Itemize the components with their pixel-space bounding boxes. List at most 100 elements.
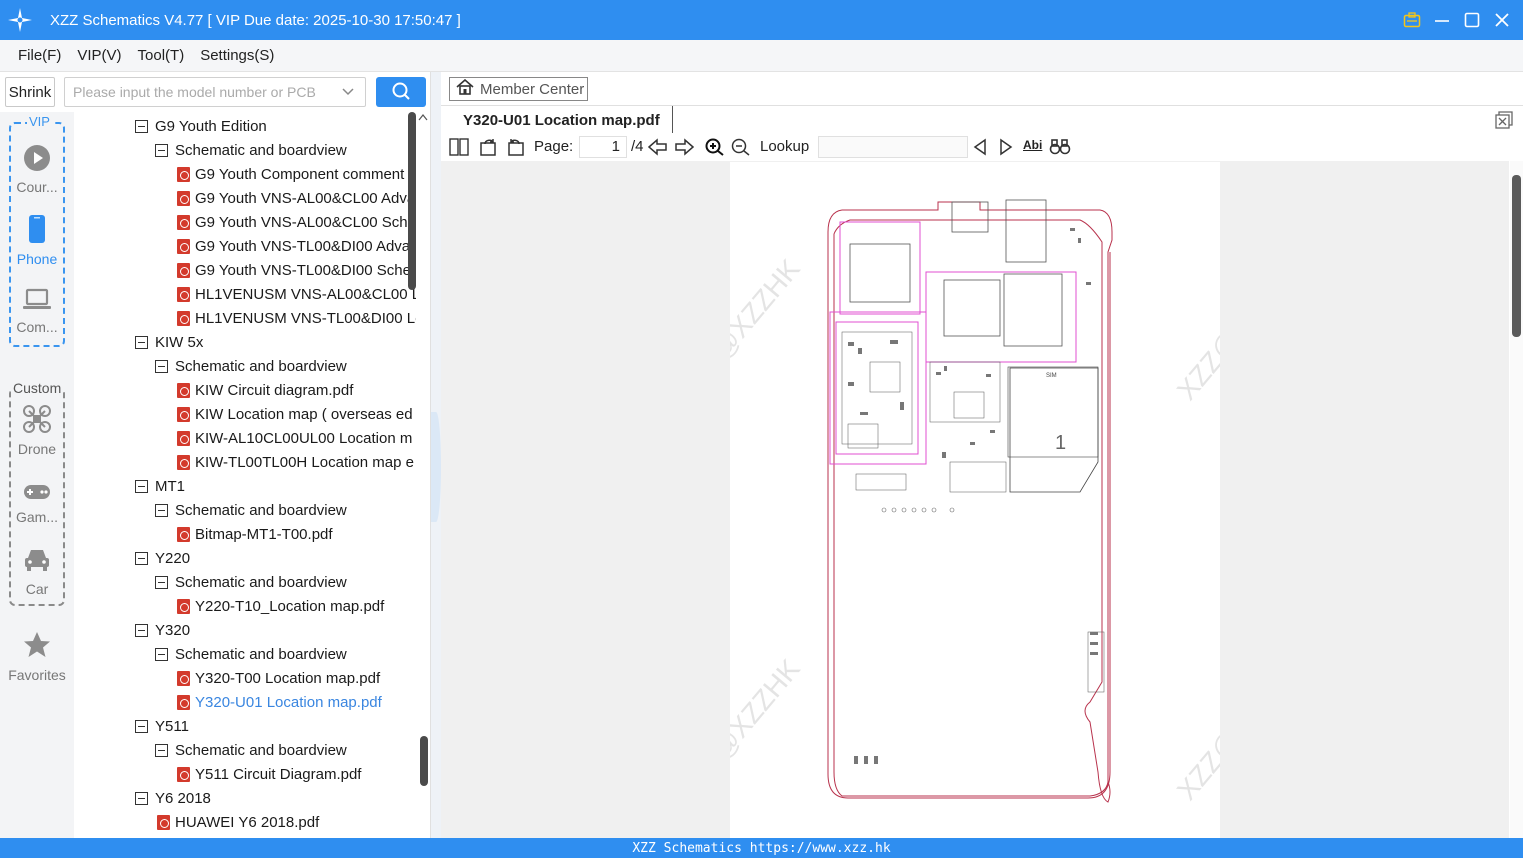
tree-folder[interactable]: Schematic and boardview — [155, 354, 347, 378]
tree-file[interactable]: Y220-T10_Location map.pdf — [177, 594, 384, 618]
tree-node-y6-2018[interactable]: Y6 2018 — [135, 786, 211, 810]
scroll-up-arrow-icon[interactable] — [418, 113, 428, 124]
find-next-icon[interactable] — [998, 138, 1014, 156]
tree-file[interactable]: HL1VENUSM VNS-AL00&CL00 L — [177, 282, 416, 306]
menu-settings[interactable]: Settings(S) — [192, 47, 282, 64]
app-logo-icon — [0, 0, 40, 40]
lookup-input[interactable] — [818, 136, 968, 158]
collapse-icon[interactable] — [135, 479, 148, 493]
menu-file[interactable]: File(F) — [10, 47, 69, 64]
menu-vip[interactable]: VIP(V) — [69, 47, 129, 64]
pdf-icon — [177, 430, 190, 446]
member-center-button[interactable]: Member Center — [449, 77, 588, 101]
collapse-icon[interactable] — [135, 335, 148, 349]
category-course[interactable]: Cour... — [0, 144, 74, 195]
category-car[interactable]: Car — [0, 546, 74, 597]
tree-file[interactable]: KIW Location map ( overseas ed — [177, 402, 413, 426]
tree-file[interactable]: G9 Youth VNS-AL00&CL00 Adva — [177, 186, 415, 210]
shrink-button[interactable]: Shrink — [5, 77, 55, 107]
tree-node-y511[interactable]: Y511 — [135, 714, 189, 738]
pane-splitter[interactable] — [430, 72, 441, 838]
find-all-icon[interactable] — [1049, 138, 1071, 156]
zoom-out-icon[interactable] — [731, 138, 751, 156]
menu-tool[interactable]: Tool(T) — [130, 47, 193, 64]
tree-file[interactable]: KIW-AL10CL00UL00 Location m — [177, 426, 412, 450]
tree-node-g9-youth[interactable]: G9 Youth Edition — [135, 114, 267, 138]
tree-scrollbar[interactable] — [408, 112, 416, 290]
watermark: XZZ@XZZHK — [730, 653, 806, 806]
pdf-icon — [177, 262, 190, 278]
search-input[interactable]: Please input the model number or PCB — [64, 77, 366, 107]
pdf-icon — [177, 526, 190, 542]
two-page-view-icon[interactable] — [449, 138, 469, 156]
collapse-icon[interactable] — [155, 359, 168, 373]
collapse-icon[interactable] — [135, 623, 148, 637]
category-drone[interactable]: Drone — [0, 404, 74, 457]
tree-folder[interactable]: Schematic and boardview — [155, 498, 347, 522]
collapse-icon[interactable] — [135, 791, 148, 805]
tree-node-kiw-5x[interactable]: KIW 5x — [135, 330, 203, 354]
tree-file[interactable]: HUAWEI Y6 2018.pdf — [157, 810, 319, 834]
viewer-scrollbar-thumb[interactable] — [1512, 175, 1521, 337]
category-phone[interactable]: Phone — [0, 214, 74, 267]
pdf-page[interactable]: XZZ@XZZHK XZZ@XZZHK XZZ@XZZHK XZZ@XZZHK … — [671, 162, 1306, 838]
pdf-viewer[interactable]: XZZ@XZZHK XZZ@XZZHK XZZ@XZZHK XZZ@XZZHK … — [441, 161, 1509, 838]
category-game[interactable]: Gam... — [0, 482, 74, 525]
collapse-icon[interactable] — [155, 647, 168, 661]
maximize-button[interactable] — [1461, 9, 1483, 31]
tree-file[interactable]: KIW Circuit diagram.pdf — [177, 378, 353, 402]
collapse-icon[interactable] — [155, 743, 168, 757]
tree-folder[interactable]: Schematic and boardview — [155, 570, 347, 594]
tree-file[interactable]: G9 Youth VNS-TL00&DI00 Sche — [177, 258, 411, 282]
rotate-right-icon[interactable] — [505, 138, 525, 156]
close-button[interactable] — [1491, 9, 1513, 31]
tree-horizontal-scrollbar[interactable] — [420, 736, 428, 786]
tree-folder[interactable]: Schematic and boardview — [155, 642, 347, 666]
chevron-down-icon[interactable] — [341, 85, 355, 102]
play-icon — [23, 144, 51, 175]
collapse-icon[interactable] — [135, 119, 148, 133]
tree-folder[interactable]: Schematic and boardview — [155, 138, 347, 162]
zoom-in-icon[interactable] — [705, 138, 725, 156]
tree-file[interactable]: Y511 Circuit Diagram.pdf — [177, 762, 361, 786]
search-button[interactable] — [376, 77, 426, 107]
page-number-input[interactable]: 1 — [579, 136, 627, 158]
tab-document[interactable]: Y320-U01 Location map.pdf — [451, 106, 673, 134]
close-all-tabs-icon[interactable] — [1495, 111, 1513, 132]
tree-node-y220[interactable]: Y220 — [135, 546, 190, 570]
next-page-icon[interactable] — [674, 138, 694, 156]
viewer-scrollbar[interactable] — [1510, 161, 1523, 838]
tree-file-selected[interactable]: Y320-U01 Location map.pdf — [177, 690, 382, 714]
previous-page-icon[interactable] — [648, 138, 668, 156]
tree-file[interactable]: G9 Youth VNS-AL00&CL00 Sche — [177, 210, 416, 234]
search-icon — [391, 81, 411, 104]
pdf-icon — [177, 454, 190, 470]
collapse-icon[interactable] — [155, 503, 168, 517]
tree-file[interactable]: Bitmap-MT1-T00.pdf — [177, 522, 333, 546]
tree-file[interactable]: G9 Youth VNS-TL00&DI00 Adva — [177, 234, 410, 258]
minimize-button[interactable] — [1431, 9, 1453, 31]
tree-file[interactable]: HL1VENUSM VNS-TL00&DI00 Lo — [177, 306, 416, 330]
pdf-icon — [177, 190, 190, 206]
tree-file[interactable]: KIW-TL00TL00H Location map e — [177, 450, 414, 474]
tree-file[interactable]: Y320-T00 Location map.pdf — [177, 666, 380, 690]
collapse-icon[interactable] — [135, 551, 148, 565]
pdf-icon — [157, 814, 170, 830]
collapse-handle[interactable] — [431, 412, 441, 522]
tree-file[interactable]: G9 Youth Component comment — [177, 162, 404, 186]
match-case-icon[interactable]: Abi — [1023, 138, 1042, 152]
tree-folder[interactable]: Schematic and boardview — [155, 738, 347, 762]
tree-node-y320[interactable]: Y320 — [135, 618, 190, 642]
pdf-icon — [177, 598, 190, 614]
collapse-icon[interactable] — [135, 719, 148, 733]
rotate-left-icon[interactable] — [479, 138, 499, 156]
find-previous-icon[interactable] — [972, 138, 988, 156]
collapse-icon[interactable] — [155, 575, 168, 589]
collapse-icon[interactable] — [155, 143, 168, 157]
tree-node-mt1[interactable]: MT1 — [135, 474, 185, 498]
star-icon — [22, 630, 52, 663]
membership-card-icon[interactable] — [1401, 9, 1423, 31]
category-favorites[interactable]: Favorites — [0, 630, 74, 683]
sim-label: SIM — [1046, 373, 1057, 379]
category-computer[interactable]: Com... — [0, 288, 74, 335]
